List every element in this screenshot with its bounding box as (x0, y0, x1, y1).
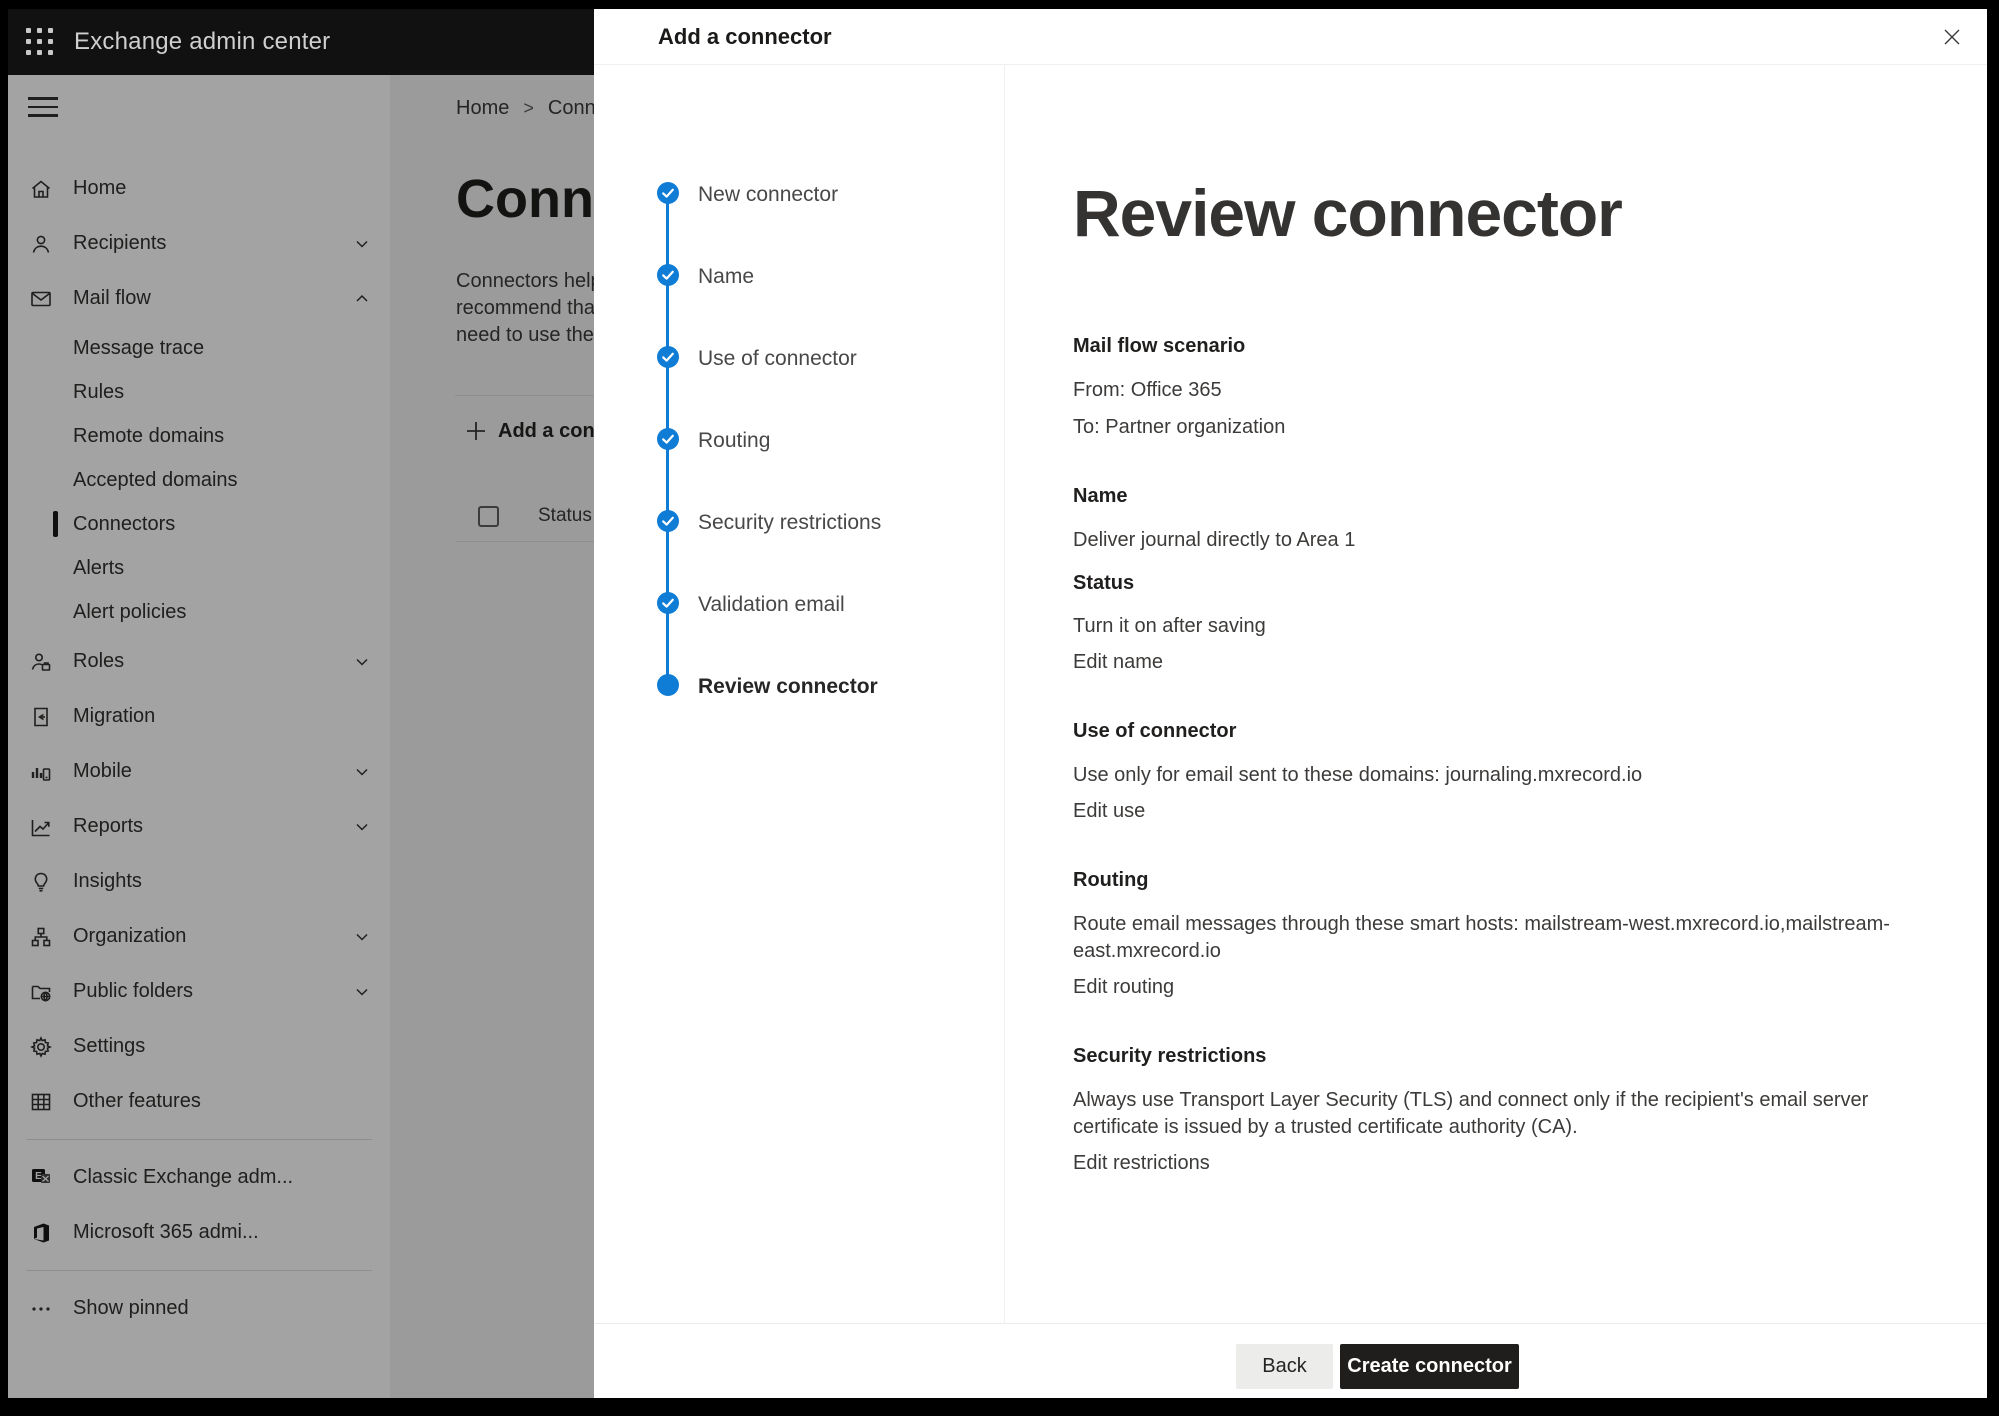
step-routing[interactable]: Routing (657, 428, 770, 454)
step-check-icon (657, 346, 679, 373)
review-rows: Mail flow scenario From: Office 365 To: Pa… (1073, 333, 1973, 1177)
step-review-connector[interactable]: Review connector (657, 674, 878, 700)
review-section-title: Use of connector (1073, 718, 1973, 745)
step-label: Security restrictions (698, 511, 881, 535)
back-button[interactable]: Back (1236, 1344, 1333, 1389)
step-label: Validation email (698, 593, 845, 617)
add-connector-panel: Add a connector New connector Name Use of … (594, 9, 1987, 1398)
edit-use-link[interactable]: Edit use (1073, 798, 1973, 825)
app-launcher-waffle-icon[interactable] (24, 26, 56, 58)
step-label: Routing (698, 429, 770, 453)
review-section-title: Mail flow scenario (1073, 333, 1973, 360)
review-section: Review connector Mail flow scenario From:… (1073, 9, 1973, 1177)
step-label: Use of connector (698, 347, 857, 371)
wizard-stepper: New connector Name Use of connector Routing… (594, 65, 1005, 1323)
step-new-connector[interactable]: New connector (657, 182, 838, 208)
exchange-admin-app: Exchange admin center HomeRecipientsMail… (8, 9, 1987, 1398)
review-section-title: Status (1073, 570, 1973, 597)
review-value: Use only for email sent to these domains… (1073, 762, 1973, 789)
step-use-of-connector[interactable]: Use of connector (657, 346, 857, 372)
step-label: New connector (698, 183, 838, 207)
review-value: Always use Transport Layer Security (TLS… (1073, 1087, 1973, 1141)
review-section-title: Security restrictions (1073, 1043, 1973, 1070)
step-label: Name (698, 265, 754, 289)
panel-footer: Back Create connector (594, 1323, 1987, 1398)
step-name[interactable]: Name (657, 264, 754, 290)
step-check-icon (657, 264, 679, 291)
step-label: Review connector (698, 675, 878, 699)
review-section-title: Routing (1073, 867, 1973, 894)
step-check-icon (657, 510, 679, 537)
step-validation-email[interactable]: Validation email (657, 592, 845, 618)
review-section-title: Name (1073, 483, 1973, 510)
step-check-icon (657, 428, 679, 455)
step-security-restrictions[interactable]: Security restrictions (657, 510, 881, 536)
review-value: From: Office 365 (1073, 377, 1973, 404)
step-check-icon (657, 592, 679, 619)
edit-routing-link[interactable]: Edit routing (1073, 974, 1973, 1001)
step-check-icon (657, 182, 679, 209)
review-value: Route email messages through these smart… (1073, 911, 1973, 965)
edit-restrictions-link[interactable]: Edit restrictions (1073, 1150, 1973, 1177)
review-value: To: Partner organization (1073, 414, 1973, 441)
step-current-icon (657, 674, 679, 701)
review-value: Deliver journal directly to Area 1 (1073, 527, 1973, 554)
app-title: Exchange admin center (74, 9, 330, 75)
panel-title: Add a connector (658, 9, 832, 65)
review-heading: Review connector (1073, 177, 1973, 249)
create-connector-button[interactable]: Create connector (1340, 1344, 1519, 1389)
edit-name-link[interactable]: Edit name (1073, 649, 1973, 676)
review-value: Turn it on after saving (1073, 613, 1973, 640)
